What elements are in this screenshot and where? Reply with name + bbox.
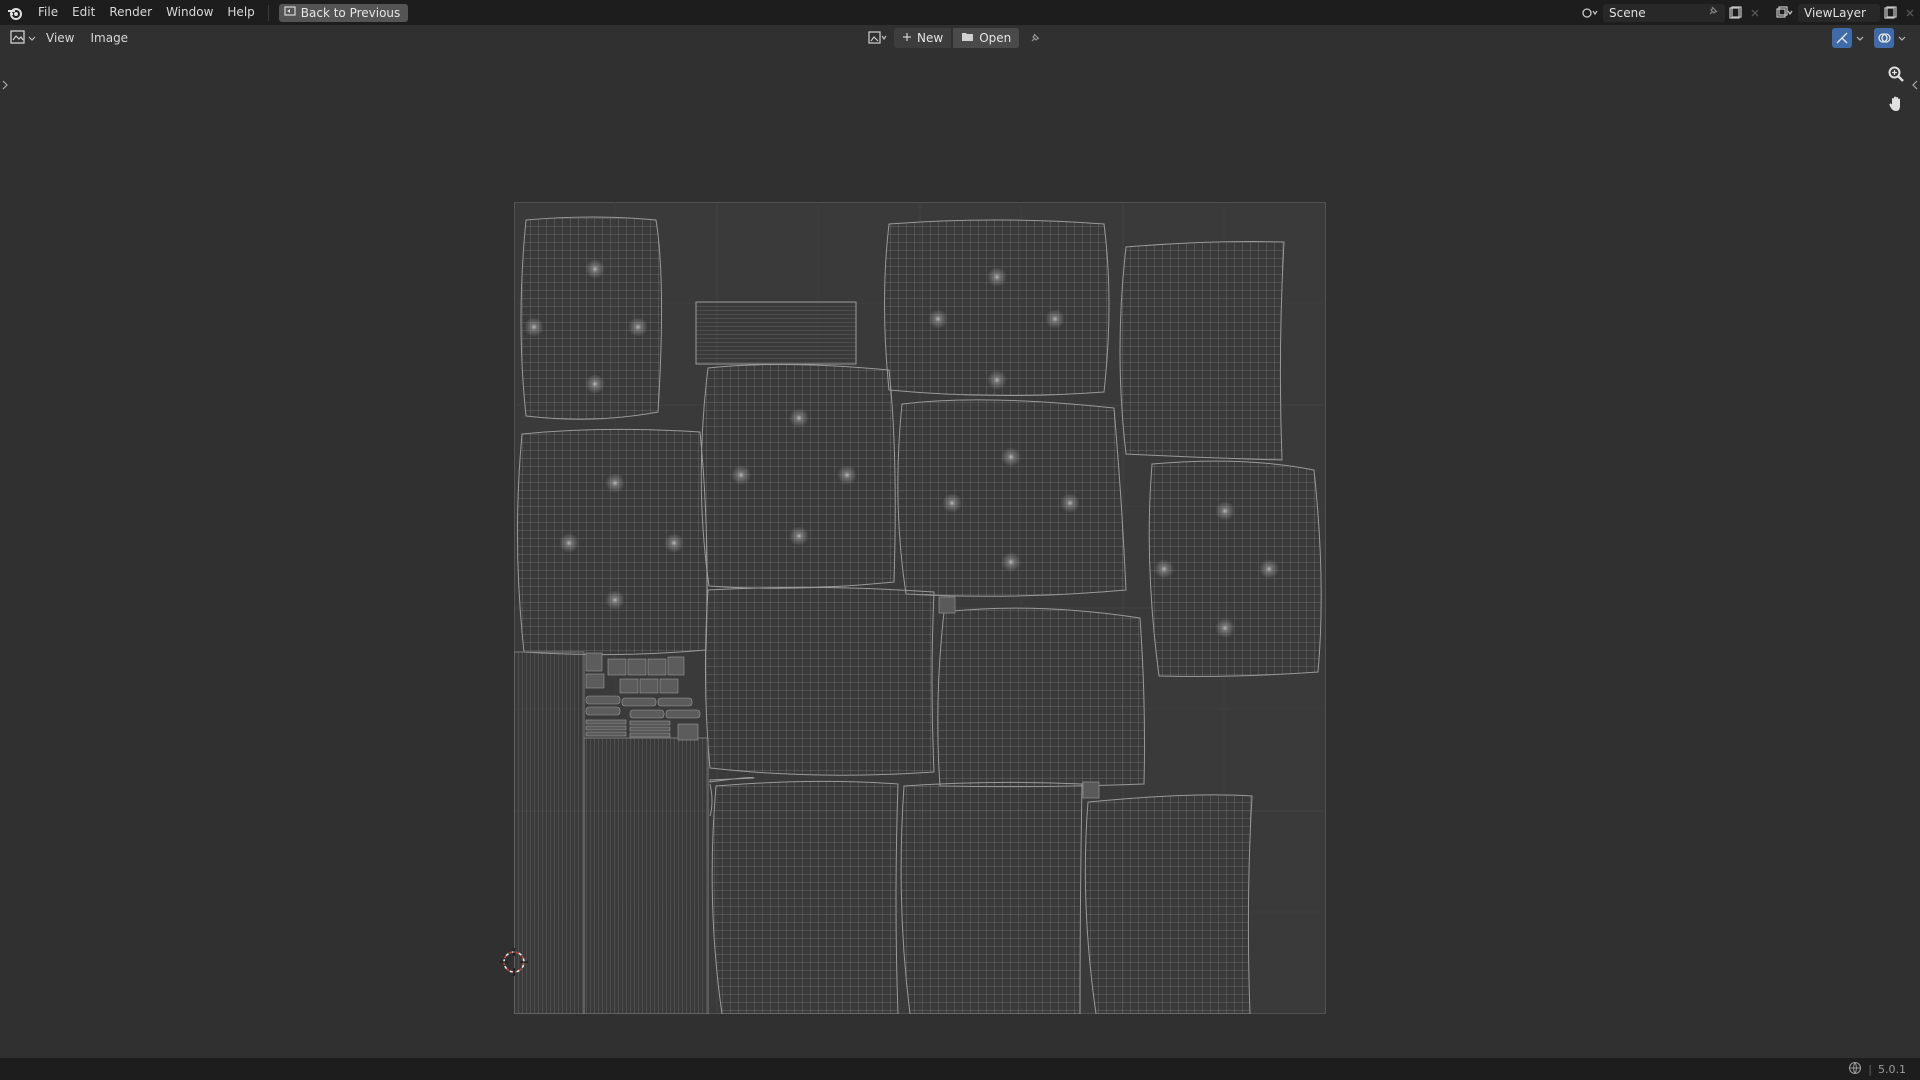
uv-island[interactable] <box>704 586 935 776</box>
folder-icon <box>961 31 974 45</box>
uv-island[interactable] <box>695 301 857 365</box>
delete-view-layer-icon[interactable] <box>1900 4 1920 22</box>
uv-island[interactable] <box>1084 794 1253 1014</box>
uv-island[interactable] <box>700 363 896 589</box>
toolbar-expand-icon[interactable] <box>2 79 8 93</box>
sidebar-expand-icon[interactable] <box>1912 79 1918 93</box>
view-layer-field[interactable]: ViewLayer <box>1798 3 1880 22</box>
status-divider: | <box>1868 1062 1872 1076</box>
uv-island[interactable] <box>520 216 663 420</box>
open-image-label: Open <box>979 31 1012 45</box>
new-image-label: New <box>917 31 944 45</box>
2d-cursor-icon[interactable] <box>498 946 530 978</box>
uv-island[interactable] <box>1148 460 1322 677</box>
top-bar: File Edit Render Window Help Back to Pre… <box>0 0 1920 25</box>
back-to-previous-button[interactable]: Back to Previous <box>278 3 409 22</box>
delete-scene-icon[interactable] <box>1745 4 1765 22</box>
image-editor-header: View Image New Open <box>0 25 1920 51</box>
uv-island[interactable] <box>938 596 956 614</box>
uv-island[interactable] <box>900 781 1083 1014</box>
menu-window[interactable]: Window <box>159 0 220 25</box>
menu-render[interactable]: Render <box>102 0 159 25</box>
blender-logo-icon[interactable] <box>7 5 23 21</box>
overlay-tools <box>1832 28 1906 48</box>
new-view-layer-icon[interactable] <box>1880 4 1900 22</box>
status-bar: | 5.0.1 <box>0 1058 1920 1080</box>
uv-island[interactable] <box>1119 241 1285 461</box>
scene-selector-icon[interactable] <box>1580 4 1600 22</box>
uv-island[interactable] <box>937 607 1145 788</box>
open-image-button[interactable]: Open <box>953 28 1020 48</box>
new-scene-icon[interactable] <box>1725 4 1745 22</box>
image-editor-icon <box>10 29 26 47</box>
back-to-previous-label: Back to Previous <box>300 5 401 20</box>
view-layer-name: ViewLayer <box>1804 5 1866 20</box>
hand-icon[interactable] <box>1884 92 1908 116</box>
view-layer-selector-icon[interactable] <box>1775 4 1795 22</box>
menu-image[interactable]: Image <box>82 25 136 51</box>
uv-island[interactable] <box>1082 781 1100 799</box>
uv-island[interactable] <box>884 219 1110 397</box>
scene-name: Scene <box>1609 5 1646 20</box>
back-to-previous-icon <box>284 5 296 20</box>
version-label: 5.0.1 <box>1878 1062 1906 1076</box>
uv-island[interactable] <box>711 780 899 1014</box>
menu-file[interactable]: File <box>31 0 65 25</box>
plus-icon <box>902 31 912 45</box>
image-browse-icon[interactable] <box>864 29 892 47</box>
uv-island[interactable] <box>897 399 1127 597</box>
uv-island[interactable] <box>516 428 708 656</box>
chevron-down-icon <box>28 31 36 45</box>
topbar-right: Scene ViewLayer <box>1580 0 1920 25</box>
pin-icon[interactable] <box>1707 5 1719 20</box>
zoom-icon[interactable] <box>1884 62 1908 86</box>
editor-type-selector[interactable] <box>10 28 38 48</box>
uv-image-area[interactable] <box>514 202 1326 1014</box>
overlays-toggle-icon[interactable] <box>1874 28 1894 48</box>
uv-editor-viewport[interactable] <box>0 51 1920 1058</box>
pin-image-icon[interactable] <box>1025 29 1045 47</box>
globe-icon <box>1848 1061 1862 1078</box>
divider <box>267 4 269 21</box>
image-tools: New Open <box>864 28 1045 48</box>
menu-view[interactable]: View <box>38 25 82 51</box>
menu-help[interactable]: Help <box>220 0 261 25</box>
scene-name-field[interactable]: Scene <box>1603 3 1725 22</box>
chevron-down-icon[interactable] <box>1898 31 1906 45</box>
menu-edit[interactable]: Edit <box>65 0 102 25</box>
gizmo-toggle-icon[interactable] <box>1832 28 1852 48</box>
chevron-down-icon[interactable] <box>1856 31 1864 45</box>
new-image-button[interactable]: New <box>894 28 952 48</box>
